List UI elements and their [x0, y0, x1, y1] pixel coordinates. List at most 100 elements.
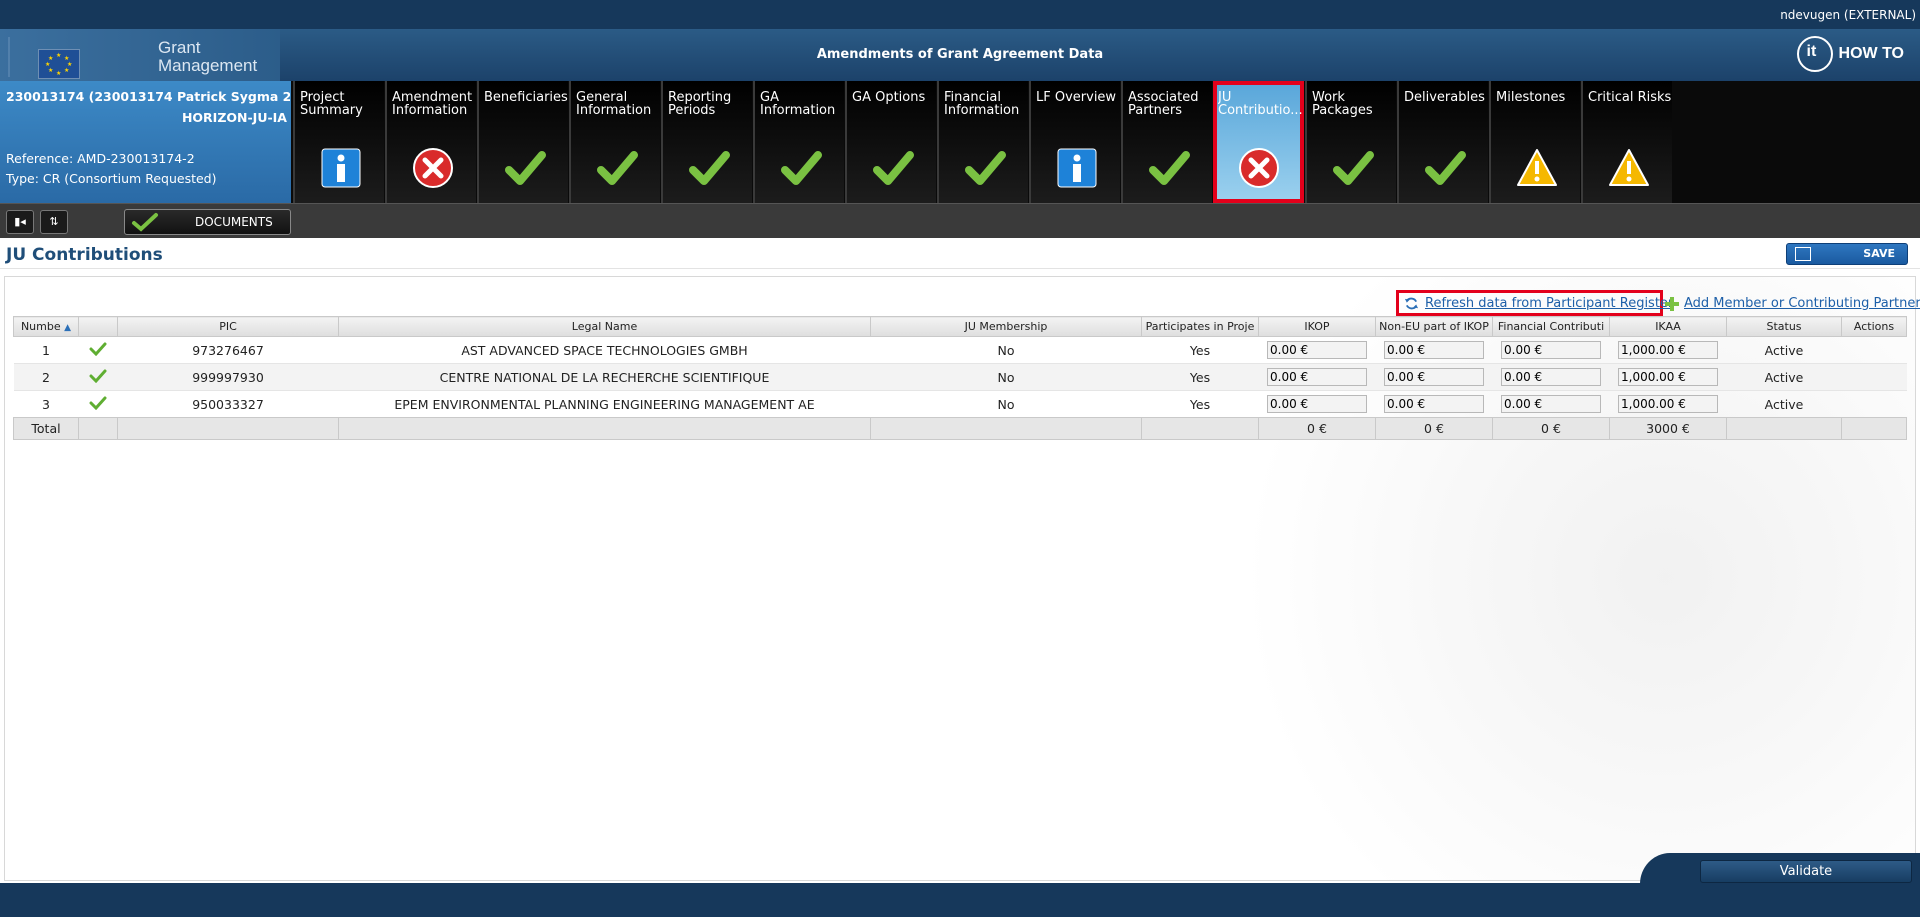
- row-number: 2: [13, 363, 79, 391]
- app-header: ★ ★ ★ ★ ★ ★ ★ ★ Grant Management Amendments o…: [0, 29, 1920, 81]
- participates-cell: Yes: [1141, 336, 1259, 364]
- error-icon: [412, 147, 454, 189]
- column-header-status[interactable]: Status: [1726, 316, 1842, 337]
- validate-button[interactable]: Validate: [1700, 860, 1912, 883]
- check-icon: [504, 147, 546, 189]
- project-id: 230013174 (230013174 Patrick Sygma 22.2.…: [6, 89, 290, 104]
- table-row[interactable]: 1 973276467 AST ADVANCED SPACE TECHNOLOGIE…: [13, 336, 1907, 364]
- membership-cell: No: [870, 363, 1142, 391]
- tab-reporting-periods[interactable]: Reporting Periods: [661, 81, 752, 203]
- pic-cell: 973276467: [117, 336, 339, 364]
- tab-amendment-information[interactable]: Amendment Information: [385, 81, 476, 203]
- check-icon: [780, 147, 822, 189]
- warning-icon: [1516, 147, 1558, 189]
- financial-contribution-input[interactable]: [1501, 368, 1601, 386]
- tab-label: Beneficiaries: [484, 91, 568, 104]
- tab-beneficiaries[interactable]: Beneficiaries: [477, 81, 568, 203]
- refresh-icon[interactable]: [1404, 296, 1419, 311]
- table-row[interactable]: 3 950033327 EPEM ENVIRONMENTAL PLANNING EN…: [13, 390, 1907, 418]
- tab-general-information[interactable]: General Information: [569, 81, 660, 203]
- info-icon: [1056, 147, 1098, 189]
- table-row[interactable]: 2 999997930 CENTRE NATIONAL DE LA RECHERCH…: [13, 363, 1907, 391]
- user-name: ndevugen (EXTERNAL): [1780, 8, 1916, 22]
- column-header-validation: [78, 316, 118, 337]
- error-icon: [1238, 147, 1280, 189]
- export-button[interactable]: ⇅: [40, 210, 68, 234]
- refresh-participant-register-link[interactable]: Refresh data from Participant Register: [1425, 296, 1673, 311]
- row-number: 3: [13, 390, 79, 418]
- column-header-financial-contribution[interactable]: Financial Contributi: [1492, 316, 1610, 337]
- save-icon: [1795, 247, 1811, 261]
- tab-label: Project Summary: [300, 91, 363, 117]
- column-header-pic[interactable]: PIC: [117, 316, 339, 337]
- warning-icon: [1608, 147, 1650, 189]
- check-icon: [964, 147, 1006, 189]
- top-bar: ndevugen (EXTERNAL): [0, 0, 1920, 29]
- column-header-ikaa[interactable]: IKAA: [1609, 316, 1727, 337]
- add-member-link[interactable]: Add Member or Contributing Partner: [1684, 296, 1920, 311]
- tab-associated-partners[interactable]: Associated Partners: [1121, 81, 1212, 203]
- tab-milestones[interactable]: Milestones: [1489, 81, 1580, 203]
- pic-cell: 999997930: [117, 363, 339, 391]
- tab-ju-contributio[interactable]: JU Contributio...: [1213, 81, 1304, 203]
- ikop-input[interactable]: [1267, 395, 1367, 413]
- tab-deliverables[interactable]: Deliverables: [1397, 81, 1488, 203]
- sort-ascending-icon: ▲: [64, 323, 72, 333]
- financial-contribution-input[interactable]: [1501, 341, 1601, 359]
- financial-contribution-input[interactable]: [1501, 395, 1601, 413]
- total-financial: 0 €: [1492, 417, 1610, 440]
- tab-work-packages[interactable]: Work Packages: [1305, 81, 1396, 203]
- tab-financial-information[interactable]: Financial Information: [937, 81, 1028, 203]
- pic-cell: 950033327: [117, 390, 339, 418]
- actions-cell: [1841, 363, 1907, 391]
- ikaa-input[interactable]: [1618, 395, 1718, 413]
- tab-ga-information[interactable]: GA Information: [753, 81, 844, 203]
- project-info-panel: 230013174 (230013174 Patrick Sygma 22.2.…: [0, 81, 291, 203]
- tab-label: GA Information: [760, 91, 836, 117]
- non-eu-ikop-input[interactable]: [1384, 341, 1484, 359]
- non-eu-ikop-input[interactable]: [1384, 368, 1484, 386]
- total-non-eu-ikop: 0 €: [1375, 417, 1493, 440]
- how-to-button[interactable]: HOW TO: [1796, 36, 1904, 72]
- valid-check-icon: [78, 390, 118, 418]
- valid-check-icon: [78, 336, 118, 364]
- tab-label: Work Packages: [1312, 91, 1373, 117]
- status-cell: Active: [1726, 363, 1842, 391]
- tab-label: General Information: [576, 91, 652, 117]
- status-cell: Active: [1726, 390, 1842, 418]
- tab-ga-options[interactable]: GA Options: [845, 81, 936, 203]
- check-icon: [1424, 147, 1466, 189]
- tab-label: LF Overview: [1036, 91, 1117, 104]
- total-ikop: 0 €: [1258, 417, 1376, 440]
- membership-cell: No: [870, 390, 1142, 418]
- ikaa-input[interactable]: [1618, 341, 1718, 359]
- valid-check-icon: [78, 363, 118, 391]
- non-eu-ikop-input[interactable]: [1384, 395, 1484, 413]
- column-header-participates[interactable]: Participates in Proje: [1141, 316, 1259, 337]
- column-header-legal-name[interactable]: Legal Name: [338, 316, 871, 337]
- save-button[interactable]: SAVE: [1786, 243, 1908, 265]
- tab-label: Critical Risks: [1588, 91, 1672, 104]
- documents-button[interactable]: DOCUMENTS: [124, 209, 291, 235]
- tab-label: GA Options: [852, 91, 926, 104]
- actions-cell: [1841, 336, 1907, 364]
- check-icon: [596, 147, 638, 189]
- project-call: HORIZON-JU-IA: [181, 110, 287, 125]
- ju-contributions-table: Numbe ▲ PIC Legal Name JU Membership Par…: [13, 316, 1907, 440]
- ikop-input[interactable]: [1267, 368, 1367, 386]
- column-header-non-eu-ikop[interactable]: Non-EU part of IKOP: [1375, 316, 1493, 337]
- ikop-input[interactable]: [1267, 341, 1367, 359]
- column-header-ju-membership[interactable]: JU Membership: [870, 316, 1142, 337]
- column-header-ikop[interactable]: IKOP: [1258, 316, 1376, 337]
- column-header-number[interactable]: Numbe ▲: [13, 316, 79, 337]
- page-header-title: Amendments of Grant Agreement Data: [816, 47, 1104, 62]
- collapse-panel-button[interactable]: ▮◂: [6, 210, 34, 234]
- status-cell: Active: [1726, 336, 1842, 364]
- ikaa-input[interactable]: [1618, 368, 1718, 386]
- membership-cell: No: [870, 336, 1142, 364]
- add-icon[interactable]: [1664, 296, 1680, 312]
- tab-project-summary[interactable]: Project Summary: [293, 81, 384, 203]
- check-icon: [872, 147, 914, 189]
- tab-lf-overview[interactable]: LF Overview: [1029, 81, 1120, 203]
- tab-critical-risks[interactable]: Critical Risks: [1581, 81, 1672, 203]
